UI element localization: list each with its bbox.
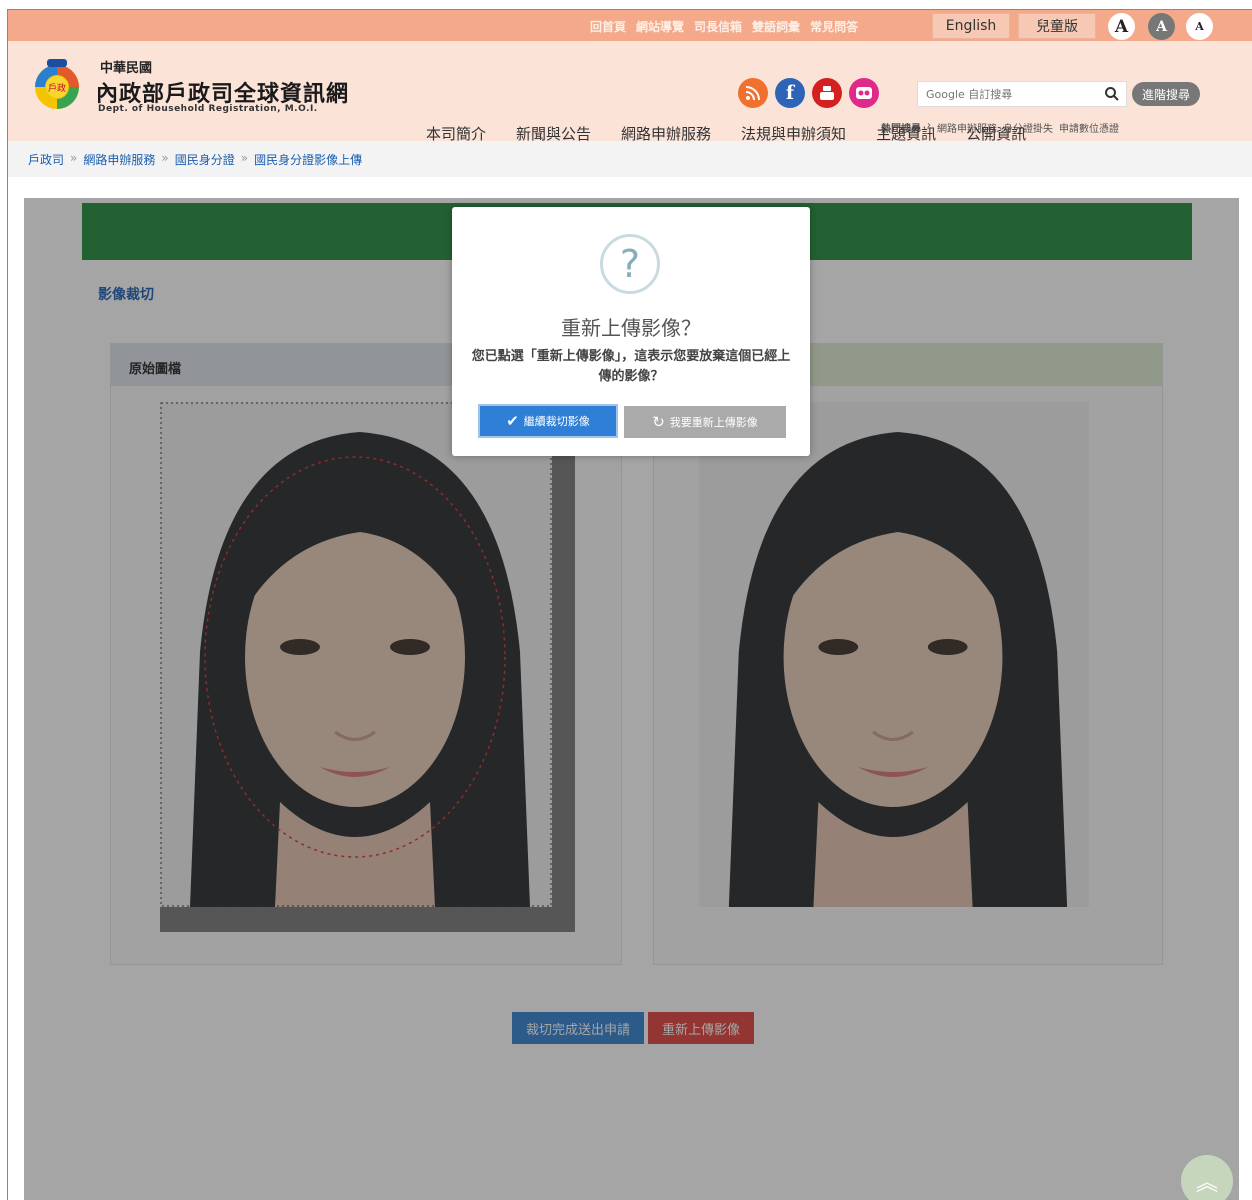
util-link-sitemap[interactable]: 網站導覽 [636,18,684,35]
search-input[interactable] [918,82,1098,106]
facebook-icon[interactable]: f [775,78,805,108]
util-link-home[interactable]: 回首頁 [590,18,626,35]
breadcrumb-separator: » [70,151,78,165]
font-medium-button[interactable]: A [1148,13,1175,40]
ministry-logo-icon[interactable]: 戶政 [28,57,86,115]
youtube-icon[interactable] [812,78,842,108]
svg-text:戶政: 戶政 [48,82,66,94]
site-subtitle: 中華民國 [100,61,153,76]
breadcrumb: 戶政司 » 網路申辦服務 » 國民身分證 » 國民身分證影像上傳 [8,141,1252,177]
search-icon[interactable] [1104,86,1120,102]
check-icon: ✔ [506,412,519,430]
util-link-mailbox[interactable]: 司長信箱 [694,18,742,35]
breadcrumb-separator: » [161,151,169,165]
refresh-icon: ↻ [652,413,665,431]
breadcrumb-item-photo-upload[interactable]: 國民身分證影像上傳 [254,151,362,177]
utility-links: 回首頁 網站導覽 司長信箱 雙語詞彙 常見問答 [590,18,858,35]
continue-crop-button[interactable]: ✔ 繼續裁切影像 [478,404,618,438]
search-box [917,81,1127,107]
question-icon: ? [600,234,660,294]
site-english-title: Dept. of Household Registration, M.O.I. [98,104,318,114]
advanced-search-button[interactable]: 進階搜尋 [1132,82,1200,106]
reupload-confirm-button[interactable]: ↻ 我要重新上傳影像 [624,406,786,438]
dialog-message: 您已點選「重新上傳影像」，這表示您要放棄這個已經上傳的影像？ [471,349,791,384]
scroll-to-top-icon[interactable]: ︽ [1181,1155,1233,1200]
breadcrumb-item-id-card[interactable]: 國民身分證 [175,151,235,177]
confirm-dialog: ? 重新上傳影像？ 您已點選「重新上傳影像」，這表示您要放棄這個已經上傳的影像？… [452,207,810,456]
continue-crop-label: 繼續裁切影像 [523,415,590,428]
breadcrumb-item-home[interactable]: 戶政司 [28,151,64,177]
utility-bar: 回首頁 網站導覽 司長信箱 雙語詞彙 常見問答 English 兒童版 A A … [8,10,1252,41]
font-large-button[interactable]: A [1108,13,1135,40]
breadcrumb-separator: » [240,151,249,165]
breadcrumb-item-online-services[interactable]: 網路申辦服務 [83,151,155,177]
rss-icon[interactable] [738,78,768,108]
flickr-icon[interactable] [849,78,879,108]
browser-frame: 回首頁 網站導覽 司長信箱 雙語詞彙 常見問答 English 兒童版 A A … [7,9,1252,1200]
site-header: 戶政 中華民國 內政部戶政司全球資訊網 Dept. of Household R… [8,41,1252,143]
kids-version-button[interactable]: 兒童版 [1018,13,1096,39]
dialog-title: 重新上傳影像？ [561,316,701,340]
english-button[interactable]: English [932,13,1010,39]
util-link-faq[interactable]: 常見問答 [810,18,858,35]
hot-link-digital-cert[interactable]: 申請數位憑證 [1059,120,1119,135]
reupload-confirm-label: 我要重新上傳影像 [669,416,758,429]
font-small-button[interactable]: A [1186,13,1213,40]
util-link-glossary[interactable]: 雙語詞彙 [752,18,800,35]
